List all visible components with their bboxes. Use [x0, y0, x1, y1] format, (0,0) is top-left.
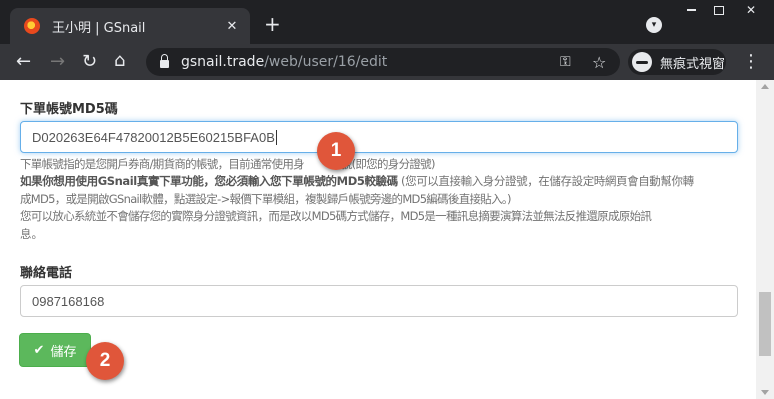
browser-tab[interactable]: 王小明 | GSnail ✕ — [10, 8, 250, 44]
scroll-up-icon[interactable] — [761, 84, 769, 89]
phone-value: 0987168168 — [32, 293, 105, 309]
lock-icon — [160, 54, 169, 68]
tab-search-icon[interactable]: ▾ — [646, 17, 662, 33]
back-arrow-icon[interactable]: ← — [16, 52, 31, 72]
text-caret — [275, 129, 277, 145]
tab-strip: 王小明 | GSnail ✕ + ▾ ✕ — [0, 0, 774, 44]
scrollbar-thumb[interactable] — [759, 292, 771, 356]
scrollbar[interactable] — [756, 80, 774, 399]
bookmark-star-icon[interactable]: ☆ — [592, 53, 606, 72]
incognito-label: 無痕式視窗 — [660, 56, 726, 72]
save-button[interactable]: ✔ 儲存 — [19, 333, 91, 367]
new-tab-button[interactable]: + — [264, 12, 281, 36]
save-label: 儲存 — [50, 344, 77, 360]
menu-kebab-icon[interactable]: ⋮ — [742, 52, 760, 72]
browser-toolbar: ← → ↻ ⌂ gsnail.trade/web/user/16/edit ⚿ … — [0, 44, 774, 80]
window-close-icon[interactable]: ✕ — [732, 0, 770, 20]
check-icon: ✔ — [33, 342, 45, 358]
page-content: 下單帳號MD5碼 D020263E64F47820012B5E60215BFA0… — [0, 80, 774, 399]
incognito-indicator[interactable]: 無痕式視窗 — [628, 49, 726, 75]
scroll-down-icon[interactable] — [761, 390, 769, 395]
tab-close-icon[interactable]: ✕ — [222, 19, 242, 34]
md5-value: D020263E64F47820012B5E60215BFA0B — [32, 129, 275, 145]
md5-label: 下單帳號MD5碼 — [20, 102, 118, 117]
maximize-icon[interactable] — [704, 0, 734, 20]
key-icon[interactable]: ⚿ — [560, 54, 571, 70]
url-text: gsnail.trade/web/user/16/edit — [181, 54, 388, 70]
tab-title: 王小明 | GSnail — [52, 20, 146, 36]
home-icon[interactable]: ⌂ — [114, 51, 125, 71]
md5-help-text: 下單帳號指的是您開戶券商/期貨商的帳號，目前通常使用身 帳號(即您的身分證號) 如… — [20, 157, 694, 241]
md5-input[interactable]: D020263E64F47820012B5E60215BFA0B — [20, 121, 738, 153]
step-badge-1: 1 — [317, 132, 355, 170]
phone-input[interactable]: 0987168168 — [20, 285, 738, 317]
address-bar[interactable]: gsnail.trade/web/user/16/edit ⚿ ☆ — [146, 48, 620, 76]
gsnail-favicon-icon — [24, 18, 40, 34]
forward-arrow-icon[interactable]: → — [50, 52, 65, 72]
incognito-icon — [632, 52, 652, 72]
phone-label: 聯絡電話 — [20, 266, 73, 281]
minimize-icon[interactable] — [676, 0, 706, 20]
step-badge-2: 2 — [86, 342, 124, 380]
reload-icon[interactable]: ↻ — [82, 52, 97, 72]
